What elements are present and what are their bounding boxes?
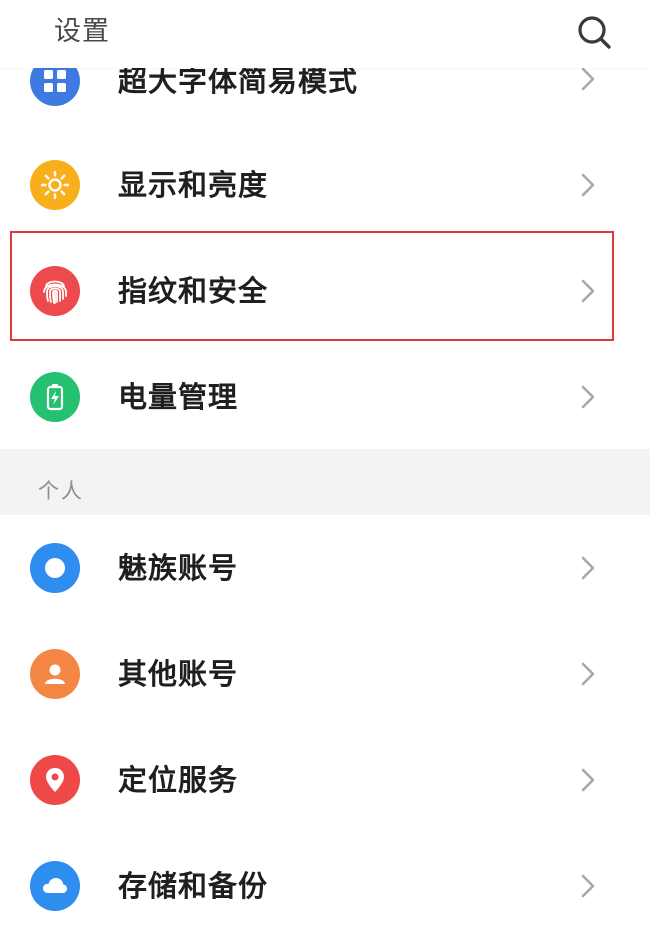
search-icon bbox=[578, 16, 611, 49]
settings-item-label: 显示和亮度 bbox=[118, 168, 269, 202]
search-button[interactable] bbox=[574, 12, 614, 52]
fingerprint-icon bbox=[30, 266, 80, 316]
person-icon bbox=[30, 649, 80, 699]
chevron-right-icon bbox=[581, 768, 595, 792]
chevron-right-icon bbox=[581, 385, 595, 409]
settings-item-meizu-account[interactable]: 魅族账号 bbox=[0, 515, 650, 621]
settings-item-display-brightness[interactable]: 显示和亮度 bbox=[0, 132, 650, 238]
app-header: 设置 bbox=[0, 0, 650, 68]
settings-item-label: 存储和备份 bbox=[118, 869, 269, 903]
settings-item-label: 电量管理 bbox=[118, 380, 239, 414]
settings-item-other-accounts[interactable]: 其他账号 bbox=[0, 621, 650, 727]
chevron-right-icon bbox=[581, 662, 595, 686]
settings-item-location-services[interactable]: 定位服务 bbox=[0, 727, 650, 833]
chevron-right-icon bbox=[581, 874, 595, 898]
settings-item-label: 其他账号 bbox=[118, 657, 239, 691]
account-circle-icon bbox=[30, 543, 80, 593]
settings-item-fingerprint-security[interactable]: 指纹和安全 bbox=[0, 238, 650, 344]
settings-item-battery-management[interactable]: 电量管理 bbox=[0, 344, 650, 450]
battery-icon bbox=[30, 372, 80, 422]
section-label-personal: 个人 bbox=[38, 479, 84, 503]
cloud-icon bbox=[30, 861, 80, 911]
chevron-right-icon bbox=[581, 173, 595, 197]
settings-item-label: 指纹和安全 bbox=[118, 274, 269, 308]
settings-item-storage-backup[interactable]: 存储和备份 bbox=[0, 833, 650, 935]
section-header bbox=[0, 449, 650, 515]
sun-icon bbox=[30, 160, 80, 210]
page-title: 设置 bbox=[54, 16, 110, 47]
settings-page: 超大字体简易模式 设置 显示和亮度 指纹和安全 电量管理 个人 魅族账号 其他账… bbox=[0, 0, 650, 935]
location-pin-icon bbox=[30, 755, 80, 805]
chevron-right-icon bbox=[581, 279, 595, 303]
settings-item-label: 魅族账号 bbox=[118, 551, 239, 585]
chevron-right-icon bbox=[581, 67, 595, 91]
settings-item-label: 定位服务 bbox=[118, 763, 239, 797]
chevron-right-icon bbox=[581, 556, 595, 580]
